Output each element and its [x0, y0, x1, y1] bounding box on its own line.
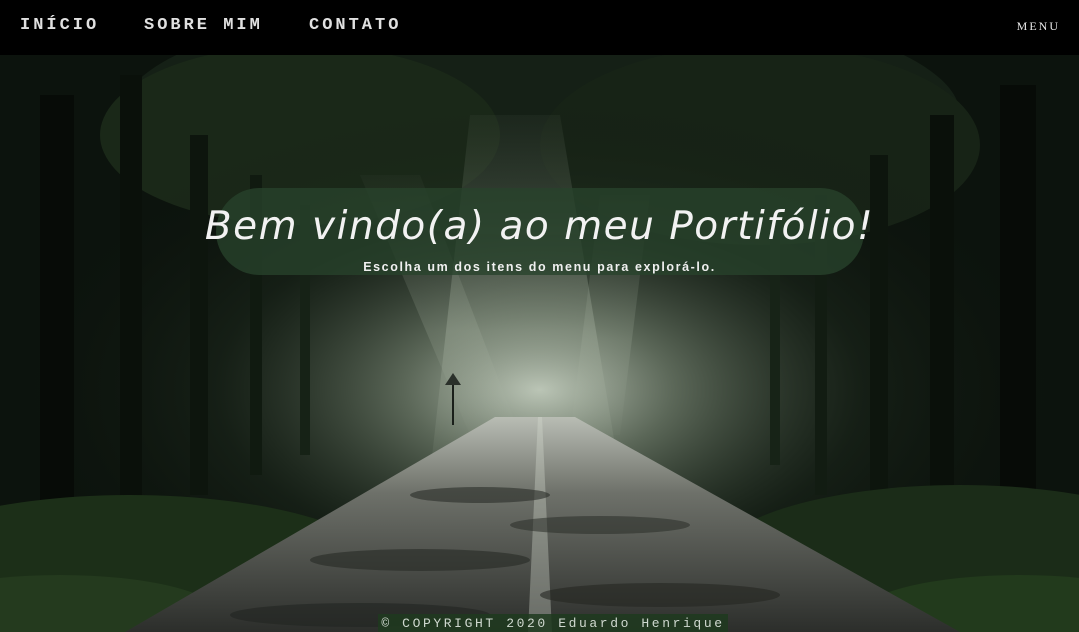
nav-link-sobre-mim[interactable]: SOBRE MIM: [144, 16, 263, 35]
copyright-text: © COPYRIGHT 2020 Eduardo Henrique: [381, 616, 725, 631]
welcome-title: Bem vindo(a) ao meu Portifólio!: [204, 204, 875, 249]
nav-link-contato[interactable]: CONTATO: [309, 16, 401, 35]
footer: © COPYRIGHT 2020 Eduardo Henrique: [378, 614, 728, 632]
menu-button[interactable]: MENU: [1017, 19, 1060, 34]
top-navbar: INÍCIO SOBRE MIM CONTATO MENU: [0, 0, 1079, 55]
hero-background-image: [0, 55, 1079, 632]
nav-link-inicio[interactable]: INÍCIO: [20, 16, 99, 35]
welcome-subtitle: Escolha um dos itens do menu para explor…: [363, 260, 716, 274]
